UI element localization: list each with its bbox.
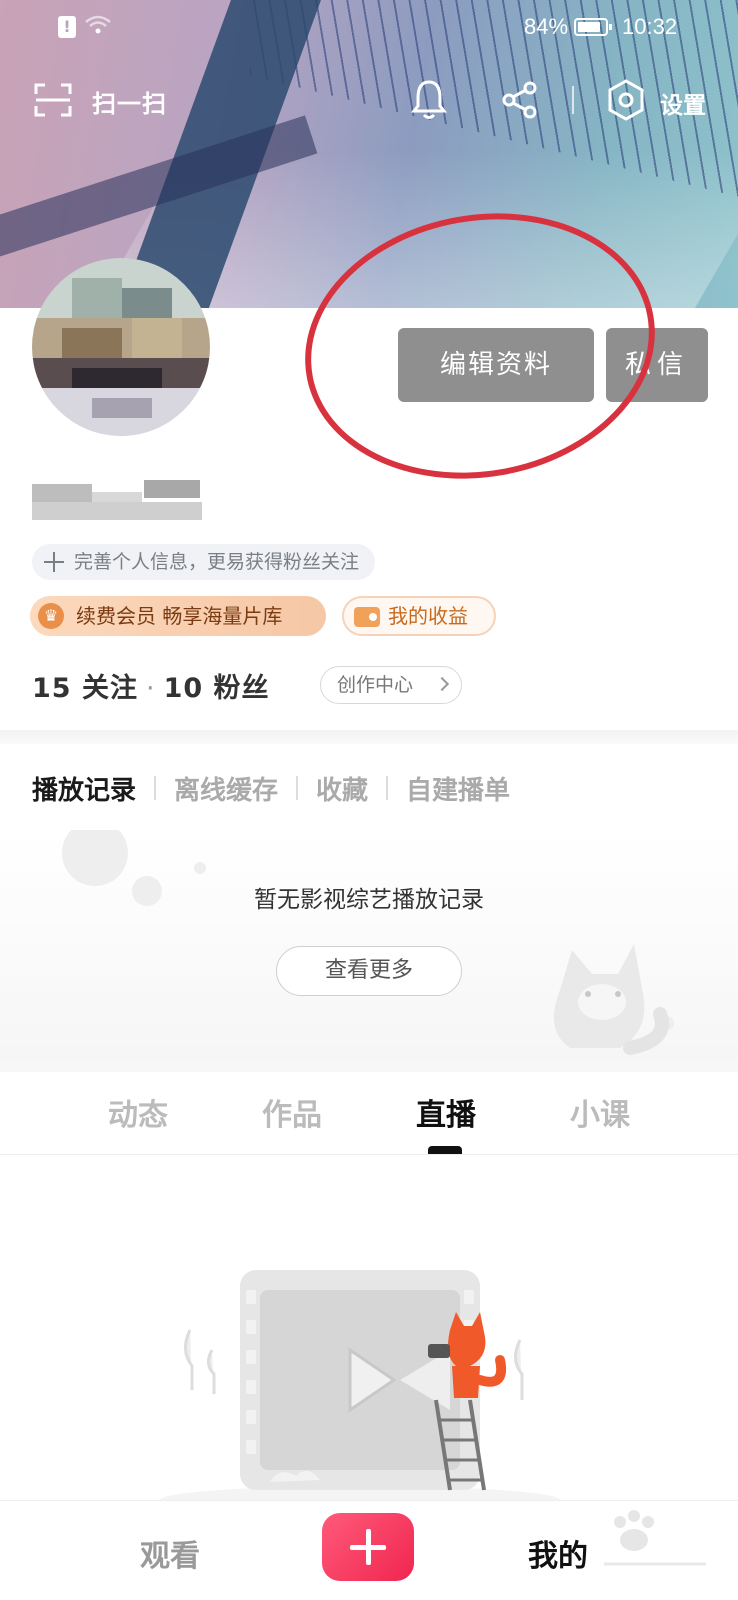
settings-label[interactable]: 设置 (660, 86, 706, 120)
username-blurred (32, 474, 252, 526)
clock: 10:32 (622, 14, 678, 39)
tab-live[interactable]: 直播 (386, 1090, 506, 1134)
followers-count[interactable]: 10 粉丝 (164, 673, 270, 704)
complete-info-pill[interactable]: 完善个人信息，更易获得粉丝关注 (32, 544, 376, 580)
tab-play-history[interactable]: 播放记录 (32, 770, 136, 807)
message-button[interactable]: 私信 (606, 328, 708, 402)
tab-offline-cache[interactable]: 离线缓存 (174, 770, 278, 807)
tab-works[interactable]: 作品 (232, 1090, 352, 1134)
section-divider (0, 730, 738, 744)
tabs-underline (0, 1154, 738, 1155)
gear-icon[interactable] (606, 78, 646, 122)
bell-icon[interactable] (410, 78, 448, 120)
section-divider-2 (0, 1062, 738, 1072)
complete-info-label: 完善个人信息，更易获得粉丝关注 (74, 551, 360, 573)
creator-center-label: 创作中心 (337, 674, 414, 696)
tab-courses[interactable]: 小课 (540, 1090, 660, 1134)
income-label: 我的收益 (388, 604, 468, 628)
share-icon[interactable] (500, 80, 540, 120)
tab-playlists[interactable]: 自建播单 (406, 770, 510, 807)
tab-favorites[interactable]: 收藏 (316, 770, 368, 807)
sim-alert-icon: ! (58, 16, 76, 38)
plus-icon (44, 552, 64, 572)
vip-renew-pill[interactable]: ♛ 续费会员 畅享海量片库 (30, 596, 326, 636)
nav-watch[interactable]: 观看 (140, 1531, 200, 1575)
chevron-right-icon (434, 676, 450, 692)
edit-profile-button[interactable]: 编辑资料 (398, 328, 594, 402)
empty-history-panel: 暂无影视综艺播放记录 查看更多 (0, 830, 738, 1062)
battery-percent: 84% (524, 14, 569, 39)
following-count[interactable]: 15 关注 (32, 673, 138, 704)
empty-history-text: 暂无影视综艺播放记录 (254, 887, 484, 913)
history-tabs: 播放记录 离线缓存 收藏 自建播单 (32, 768, 510, 808)
wallet-icon (354, 607, 380, 627)
add-icon[interactable] (322, 1513, 414, 1581)
content-tabs: 动态 作品 直播 小课 (0, 1090, 738, 1150)
scan-icon[interactable] (34, 82, 72, 118)
scan-label[interactable]: 扫一扫 (92, 84, 167, 119)
status-bar: ! 84% 10:32 (0, 10, 738, 46)
creator-center-button[interactable]: 创作中心 (320, 666, 462, 704)
crown-icon: ♛ (38, 603, 64, 629)
avatar[interactable] (32, 258, 210, 436)
empty-live-illustration (160, 1270, 560, 1510)
watermark-logo (604, 1510, 706, 1566)
tab-feed[interactable]: 动态 (78, 1090, 198, 1134)
nav-mine[interactable]: 我的 (528, 1531, 588, 1575)
my-income-pill[interactable]: 我的收益 (342, 596, 496, 636)
see-more-button[interactable]: 查看更多 (276, 946, 462, 996)
battery-icon (574, 18, 612, 36)
top-action-bar: 扫一扫 设置 (0, 74, 738, 130)
fox-mascot (553, 944, 669, 1055)
wifi-icon (85, 15, 111, 34)
follow-stats: 15 关注 · 10 粉丝 (32, 673, 270, 704)
active-tab-indicator (428, 1146, 462, 1154)
vip-label: 续费会员 畅享海量片库 (76, 604, 283, 628)
top-divider (572, 86, 574, 114)
